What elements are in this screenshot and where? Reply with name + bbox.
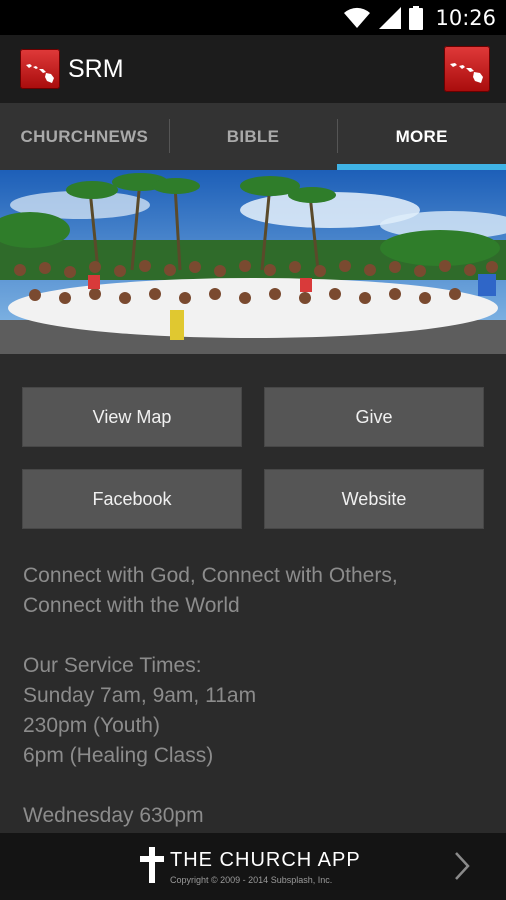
tab-bible[interactable]: BIBLE bbox=[168, 103, 338, 170]
service-time-sunday: Sunday 7am, 9am, 11am bbox=[23, 684, 257, 707]
service-time-youth: 230pm (Youth) bbox=[23, 714, 160, 737]
banner-image bbox=[0, 170, 506, 354]
copyright-text: Copyright © 2009 - 2014 Subsplash, Inc. bbox=[170, 875, 333, 885]
tab-more[interactable]: MORE bbox=[337, 103, 506, 170]
service-times-heading: Our Service Times: bbox=[23, 654, 202, 677]
church-app-brand[interactable]: THE CHURCH APP Copyright © 2009 - 2014 S… bbox=[140, 847, 361, 885]
app-logo-icon[interactable] bbox=[20, 49, 60, 89]
clock: 10:26 bbox=[435, 5, 496, 30]
tagline-line-2: Connect with the World bbox=[23, 594, 240, 617]
status-bar: 10:26 bbox=[0, 0, 506, 35]
chevron-right-icon[interactable] bbox=[454, 851, 470, 881]
footer-bar: THE CHURCH APP Copyright © 2009 - 2014 S… bbox=[0, 833, 506, 900]
status-icons: 10:26 bbox=[343, 0, 496, 35]
app-bar: SRM bbox=[0, 35, 506, 103]
facebook-button[interactable]: Facebook bbox=[22, 469, 242, 529]
service-time-healing: 6pm (Healing Class) bbox=[23, 744, 214, 767]
tab-bar: CHURCHNEWS BIBLE MORE bbox=[0, 103, 506, 170]
battery-icon bbox=[409, 5, 424, 30]
brand-name: THE CHURCH APP bbox=[170, 849, 361, 871]
view-map-button[interactable]: View Map bbox=[22, 387, 242, 447]
signal-icon bbox=[379, 6, 402, 29]
church-description: Connect with God, Connect with Others, C… bbox=[23, 561, 483, 831]
wifi-icon bbox=[344, 7, 371, 28]
tagline-line-1: Connect with God, Connect with Others, bbox=[23, 564, 398, 587]
website-button[interactable]: Website bbox=[264, 469, 484, 529]
cross-icon bbox=[140, 847, 164, 883]
app-title: SRM bbox=[68, 55, 124, 83]
service-time-wednesday: Wednesday 630pm bbox=[23, 804, 204, 827]
tab-churchnews[interactable]: CHURCHNEWS bbox=[0, 103, 169, 170]
give-button[interactable]: Give bbox=[264, 387, 484, 447]
church-logo-icon[interactable] bbox=[444, 46, 490, 92]
